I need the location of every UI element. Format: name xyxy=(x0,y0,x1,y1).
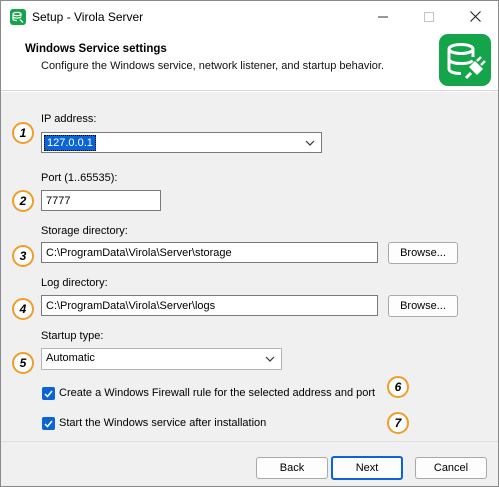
log-directory-field[interactable] xyxy=(42,296,377,315)
callout-badge-4: 4 xyxy=(12,298,34,320)
port-input[interactable] xyxy=(41,190,161,211)
log-directory-input[interactable] xyxy=(41,295,378,316)
back-button[interactable]: Back xyxy=(256,457,328,479)
startup-type-value: Automatic xyxy=(46,352,95,364)
start-service-label[interactable]: Start the Windows service after installa… xyxy=(59,417,266,429)
virola-server-icon xyxy=(10,9,26,25)
storage-directory-label: Storage directory: xyxy=(41,225,128,237)
log-browse-button[interactable]: Browse... xyxy=(388,295,458,317)
ip-address-label: IP address: xyxy=(41,113,97,125)
maximize-icon xyxy=(424,11,434,22)
chevron-down-icon xyxy=(265,354,275,366)
cancel-button[interactable]: Cancel xyxy=(415,457,487,479)
checkmark-icon xyxy=(44,390,53,398)
ip-address-dropdown[interactable]: 127.0.0.1 xyxy=(41,132,322,153)
callout-badge-6: 6 xyxy=(387,376,409,398)
storage-browse-button[interactable]: Browse... xyxy=(388,242,458,264)
startup-type-label: Startup type: xyxy=(41,330,104,342)
close-button[interactable] xyxy=(452,1,498,32)
callout-badge-2: 2 xyxy=(12,190,34,212)
checkmark-icon xyxy=(44,420,53,428)
firewall-rule-label[interactable]: Create a Windows Firewall rule for the s… xyxy=(59,387,375,399)
minimize-icon xyxy=(378,16,388,17)
page-header: Windows Service settings Configure the W… xyxy=(1,32,498,91)
page-body: IP address: 1 127.0.0.1 Port (1..65535):… xyxy=(1,92,498,441)
page-subtitle: Configure the Windows service, network l… xyxy=(41,60,385,72)
setup-window: Setup - Virola Server Windows Service se… xyxy=(0,0,499,487)
port-label: Port (1..65535): xyxy=(41,172,118,184)
log-directory-label: Log directory: xyxy=(41,277,108,289)
ip-address-value: 127.0.0.1 xyxy=(44,135,96,151)
chevron-down-icon xyxy=(305,138,315,150)
title-bar: Setup - Virola Server xyxy=(1,1,498,32)
firewall-rule-checkbox[interactable] xyxy=(42,387,55,400)
window-title: Setup - Virola Server xyxy=(32,10,144,24)
callout-badge-1: 1 xyxy=(12,122,34,144)
database-plug-icon xyxy=(439,34,491,86)
callout-badge-3: 3 xyxy=(12,245,34,267)
port-field[interactable] xyxy=(42,191,160,210)
start-service-checkbox[interactable] xyxy=(42,417,55,430)
callout-badge-5: 5 xyxy=(12,352,34,374)
minimize-button[interactable] xyxy=(360,1,406,32)
close-icon xyxy=(469,11,481,22)
next-button[interactable]: Next xyxy=(331,456,403,480)
startup-type-dropdown[interactable]: Automatic xyxy=(41,348,282,370)
storage-directory-field[interactable] xyxy=(42,243,377,262)
storage-directory-input[interactable] xyxy=(41,242,378,263)
page-title: Windows Service settings xyxy=(25,43,167,55)
wizard-footer: Back Next Cancel xyxy=(1,441,498,486)
callout-badge-7: 7 xyxy=(387,412,409,434)
maximize-button[interactable] xyxy=(406,1,452,32)
